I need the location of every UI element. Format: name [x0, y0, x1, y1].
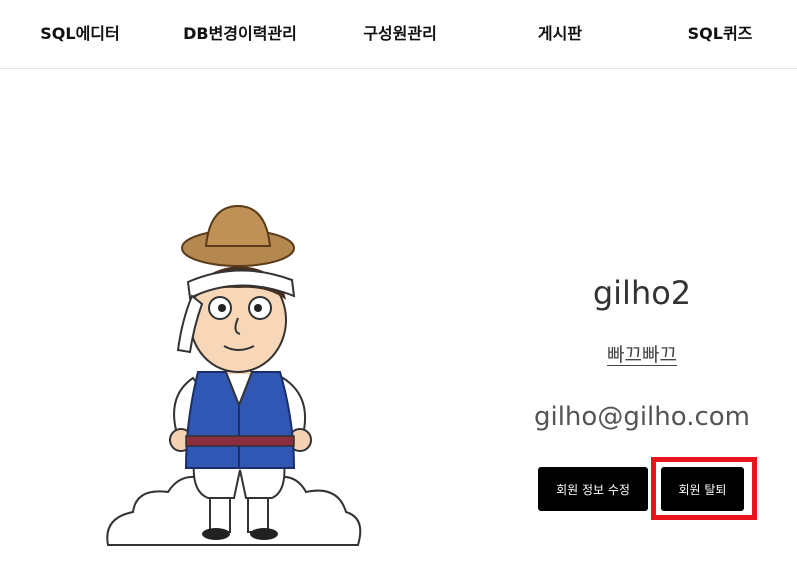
edit-profile-button[interactable]: 회원 정보 수정	[538, 467, 648, 511]
nav-sql-quiz[interactable]: SQL퀴즈	[688, 20, 753, 44]
nav-member-management[interactable]: 구성원관리	[363, 20, 437, 44]
username: gilho2	[592, 274, 692, 312]
character-illustration	[106, 204, 362, 546]
top-nav: SQL에디터 DB변경이력관리 구성원관리 게시판 SQL퀴즈	[0, 0, 797, 69]
nav-sql-editor[interactable]: SQL에디터	[40, 20, 119, 44]
nickname: 빠끄빠끄	[607, 344, 677, 366]
profile-avatar	[98, 200, 368, 575]
nav-db-change-history[interactable]: DB변경이력관리	[183, 20, 297, 44]
email: gilho@gilho.com	[533, 402, 750, 432]
nav-board[interactable]: 게시판	[538, 20, 582, 44]
delete-account-button[interactable]: 회원 탈퇴	[661, 467, 744, 511]
